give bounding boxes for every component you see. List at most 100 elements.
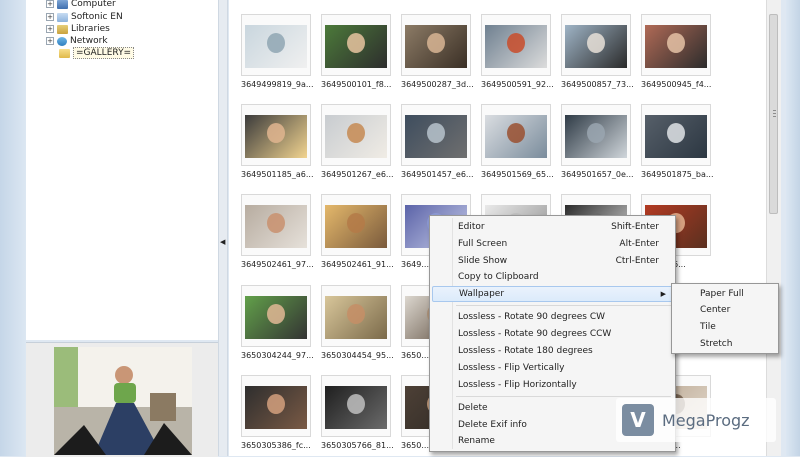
thumbnail-frame[interactable] (241, 375, 311, 437)
thumbnail-image[interactable] (325, 25, 387, 68)
menu-item-editor[interactable]: Editor Shift-Enter (432, 219, 673, 235)
thumbnail-frame[interactable] (641, 14, 711, 76)
thumbnail-image[interactable] (325, 205, 387, 248)
collapse-arrow-icon[interactable]: ◀ (220, 238, 225, 246)
thumbnail-item[interactable]: 3649500101_f8... (321, 14, 391, 94)
thumbnail-image[interactable] (245, 296, 307, 339)
thumbnail-item[interactable]: 3649501267_e6... (321, 104, 394, 184)
thumbnail-item[interactable]: 3649501185_a6... (241, 104, 314, 184)
menu-item-flip-horizontally[interactable]: Lossless - Flip Horizontally (432, 377, 673, 393)
submenu-item-tile[interactable]: Tile (674, 319, 778, 335)
thumbnail-image[interactable] (645, 25, 707, 68)
thumbnail-image[interactable] (245, 386, 307, 429)
thumbnail-frame[interactable] (561, 104, 631, 166)
thumbnail-image[interactable] (325, 296, 387, 339)
thumbnail-item[interactable]: 3650305386_fc... (241, 375, 311, 455)
thumbnail-image[interactable] (245, 25, 307, 68)
thumbnail-item[interactable]: 3649501457_e6... (401, 104, 474, 184)
thumbnail-frame[interactable] (481, 104, 551, 166)
tree-item-label: =GALLERY= (73, 47, 135, 59)
thumbnail-item[interactable]: 3649500945_f4... (641, 14, 711, 94)
expand-icon[interactable]: + (46, 13, 54, 21)
thumbnail-image[interactable] (245, 115, 307, 158)
scrollbar-thumb[interactable] (769, 14, 778, 214)
pane-splitter[interactable]: ◀ (218, 0, 228, 456)
thumbnail-image[interactable] (565, 115, 627, 158)
thumbnail-item[interactable]: 3649501657_0e... (561, 104, 634, 184)
thumbnail-item[interactable]: 3650305766_81... (321, 375, 394, 455)
menu-separator (456, 305, 671, 306)
menu-item-slide-show[interactable]: Slide Show Ctrl-Enter (432, 253, 673, 269)
tree-item-computer[interactable]: + Computer (46, 0, 116, 10)
expand-icon[interactable]: + (46, 25, 54, 33)
thumbnail-frame[interactable] (241, 14, 311, 76)
thumbnail-frame[interactable] (241, 104, 311, 166)
thumbnail-frame[interactable] (241, 285, 311, 347)
thumbnail-image[interactable] (645, 115, 707, 158)
menu-item-rotate-ccw[interactable]: Lossless - Rotate 90 degrees CCW (432, 326, 673, 342)
thumbnail-caption: 3650305766_81... (321, 441, 394, 450)
thumbnail-item[interactable]: 3649502461_97... (241, 194, 314, 274)
window-frame-left (0, 0, 26, 456)
menu-item-rotate-180[interactable]: Lossless - Rotate 180 degrees (432, 343, 673, 359)
menu-item-flip-vertically[interactable]: Lossless - Flip Vertically (432, 360, 673, 376)
libraries-icon (57, 24, 68, 34)
thumbnail-image[interactable] (325, 115, 387, 158)
thumbnail-frame[interactable] (401, 104, 471, 166)
menu-item-label: Lossless - Rotate 90 degrees CCW (458, 329, 612, 339)
thumbnail-image[interactable] (565, 25, 627, 68)
image-preview-pane (26, 342, 218, 457)
thumbnail-item[interactable]: 3649501875_ba... (641, 104, 714, 184)
tree-item-libraries[interactable]: + Libraries (46, 23, 110, 35)
menu-item-label: Lossless - Rotate 180 degrees (458, 346, 593, 356)
thumbnail-frame[interactable] (641, 104, 711, 166)
thumbnail-item[interactable]: 3650304454_95... (321, 285, 394, 365)
thumbnail-caption: 3650305386_fc... (241, 441, 311, 450)
thumbnail-item[interactable]: 3649502461_91... (321, 194, 394, 274)
thumbnail-item[interactable]: 3649499819_9a... (241, 14, 314, 94)
thumbnail-frame[interactable] (321, 14, 391, 76)
thumbnail-frame[interactable] (321, 375, 391, 437)
menu-item-label: Delete Exif info (458, 420, 527, 430)
thumbnail-image[interactable] (325, 386, 387, 429)
tree-item-network[interactable]: + Network (46, 35, 108, 47)
submenu-arrow-icon: ▶ (660, 290, 666, 298)
tree-item-label: Softonic EN (71, 12, 123, 22)
thumbnail-frame[interactable] (241, 194, 311, 256)
thumbnail-frame[interactable] (321, 194, 391, 256)
menu-item-rotate-cw[interactable]: Lossless - Rotate 90 degrees CW (432, 309, 673, 325)
thumbnail-image[interactable] (405, 115, 467, 158)
computer-icon (57, 0, 68, 9)
thumbnail-frame[interactable] (321, 285, 391, 347)
thumbnail-image[interactable] (485, 25, 547, 68)
thumbnail-item[interactable]: 3649500591_92... (481, 14, 554, 94)
tree-item-gallery[interactable]: =GALLERY= (59, 47, 135, 59)
thumbnail-frame[interactable] (321, 104, 391, 166)
menu-item-copy-to-clipboard[interactable]: Copy to Clipboard (432, 269, 673, 285)
submenu-item-paper-full[interactable]: Paper Full (674, 286, 778, 302)
menu-item-full-screen[interactable]: Full Screen Alt-Enter (432, 236, 673, 252)
submenu-item-stretch[interactable]: Stretch (674, 336, 778, 352)
menu-item-label: Lossless - Flip Vertically (458, 363, 565, 373)
expand-icon[interactable]: + (46, 0, 54, 8)
thumbnail-item[interactable]: 3649500857_73... (561, 14, 634, 94)
tree-item-softonic[interactable]: + Softonic EN (46, 11, 123, 23)
thumbnail-image[interactable] (485, 115, 547, 158)
submenu-item-center[interactable]: Center (674, 302, 778, 318)
thumbnail-frame[interactable] (401, 14, 471, 76)
menu-item-label: Full Screen (458, 239, 508, 249)
thumbnail-image[interactable] (405, 25, 467, 68)
menu-item-wallpaper[interactable]: Wallpaper ▶ (432, 286, 673, 302)
thumbnail-item[interactable]: 3649501569_65... (481, 104, 554, 184)
menu-item-label: Lossless - Flip Horizontally (458, 380, 577, 390)
expand-icon[interactable]: + (46, 37, 54, 45)
thumbnail-image[interactable] (245, 205, 307, 248)
menu-item-label: Slide Show (458, 256, 508, 266)
window-frame-right (786, 0, 800, 456)
thumbnail-frame[interactable] (561, 14, 631, 76)
thumbnail-item[interactable]: 3649500287_3d... (401, 14, 474, 94)
vertical-scrollbar[interactable] (766, 0, 781, 456)
thumbnail-frame[interactable] (481, 14, 551, 76)
thumbnail-caption: 3649500101_f8... (321, 80, 392, 89)
thumbnail-item[interactable]: 3650304244_97... (241, 285, 314, 365)
